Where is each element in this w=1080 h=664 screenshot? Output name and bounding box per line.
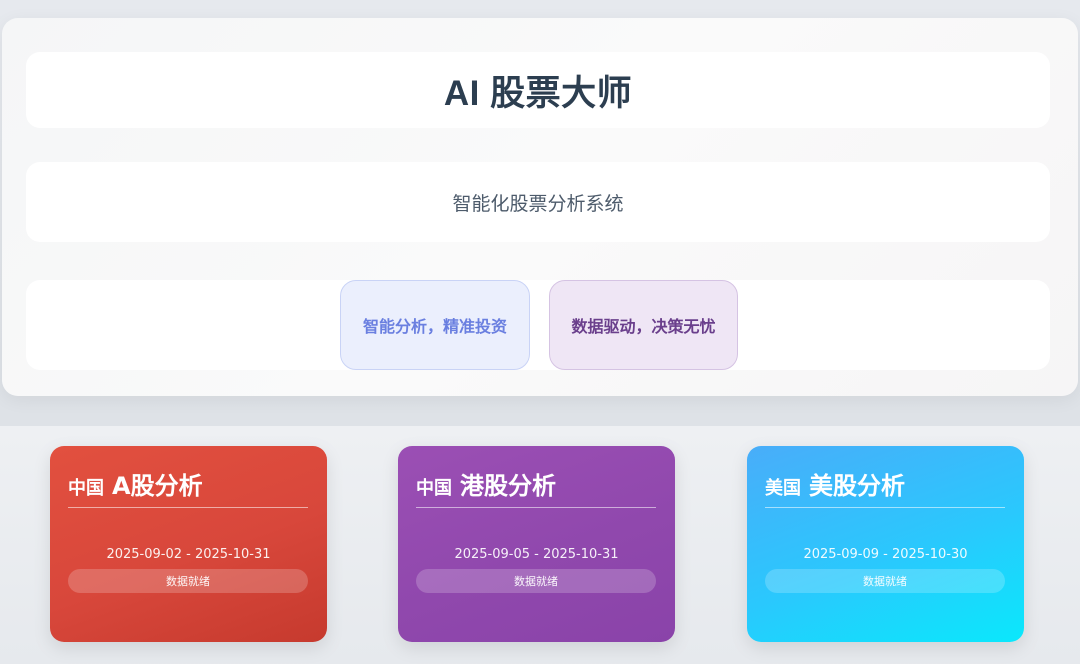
date-range: 2025-09-09 - 2025-10-30 [803,547,968,562]
card-header: 美国 美股分析 [765,466,1005,508]
country-flag-label: 美国 [765,478,801,499]
market-title: 港股分析 [460,472,556,500]
market-title: 美股分析 [809,472,905,500]
market-card-a-share[interactable]: 中国 A股分析 2025-09-02 - 2025-10-31 数据就绪 [50,446,327,642]
title-panel: AI 股票大师 [26,52,1050,128]
market-card-hk-share[interactable]: 中国 港股分析 2025-09-05 - 2025-10-31 数据就绪 [398,446,675,642]
subtitle-panel: 智能化股票分析系统 [26,162,1050,242]
status-badge: 数据就绪 [765,569,1005,593]
card-header: 中国 A股分析 [68,466,308,508]
card-header: 中国 港股分析 [416,466,656,508]
date-range: 2025-09-02 - 2025-10-31 [106,547,271,562]
hero-header: AI 股票大师 智能化股票分析系统 智能分析，精准投资 数据驱动，决策无忧 [2,18,1078,396]
page-title: AI 股票大师 [443,73,633,113]
tags-panel: 智能分析，精准投资 数据驱动，决策无忧 [26,280,1050,370]
country-flag-label: 中国 [68,478,104,499]
feature-tag-smart-analysis: 智能分析，精准投资 [340,280,530,370]
status-badge: 数据就绪 [416,569,656,593]
feature-tag-data-driven: 数据驱动，决策无忧 [549,280,738,370]
page-subtitle: 智能化股票分析系统 [452,192,624,215]
market-title: A股分析 [112,472,203,500]
date-range: 2025-09-05 - 2025-10-31 [454,547,619,562]
country-flag-label: 中国 [416,478,452,499]
status-badge: 数据就绪 [68,569,308,593]
market-card-us-share[interactable]: 美国 美股分析 2025-09-09 - 2025-10-30 数据就绪 [747,446,1024,642]
